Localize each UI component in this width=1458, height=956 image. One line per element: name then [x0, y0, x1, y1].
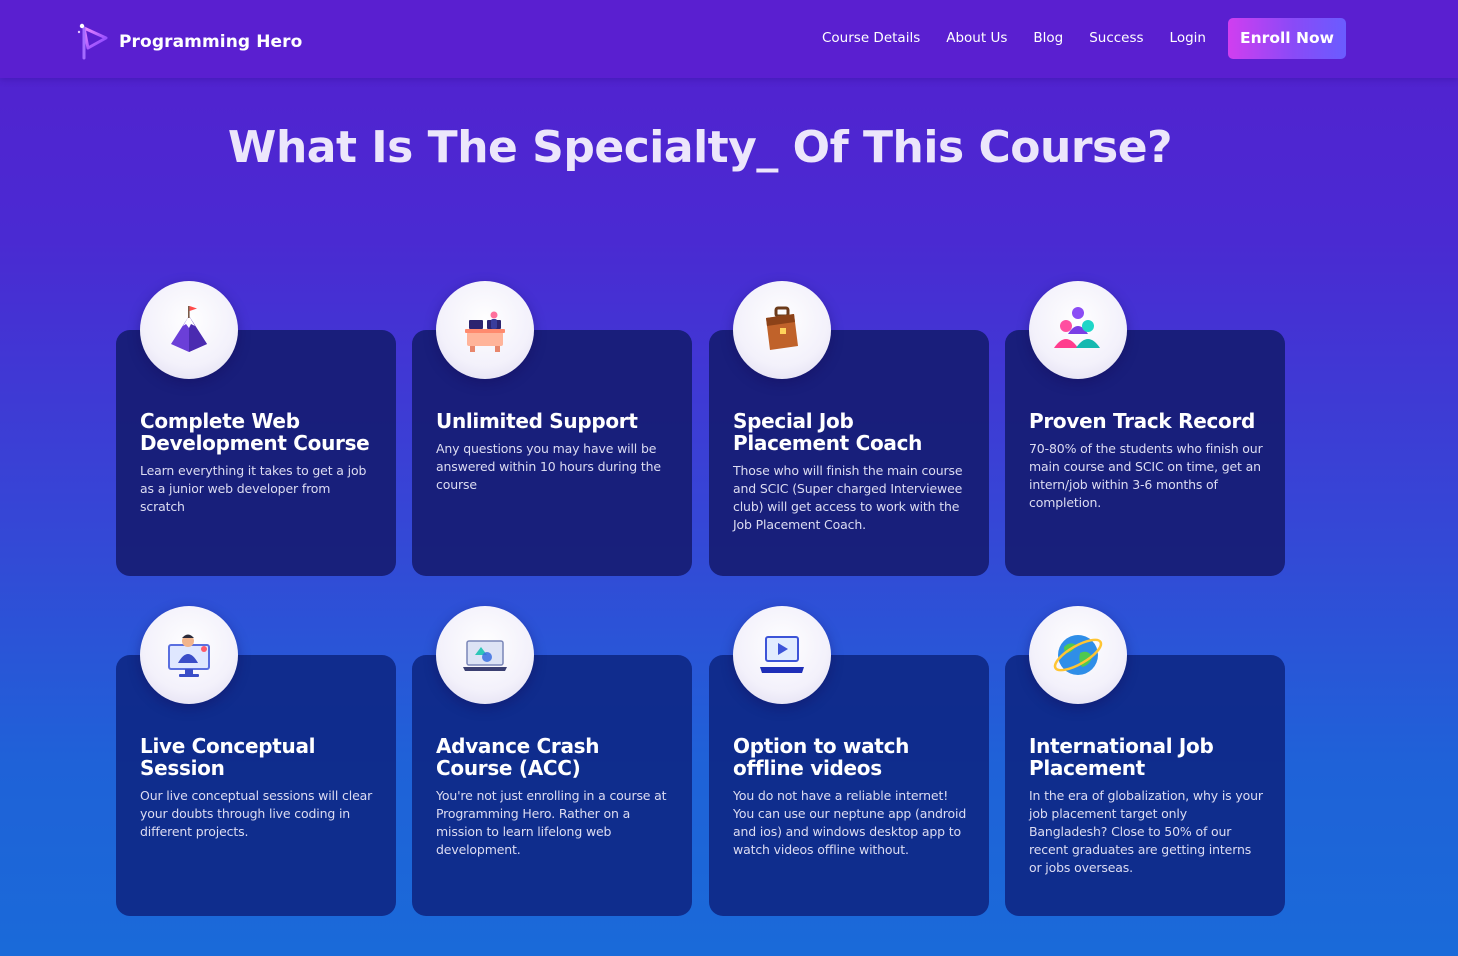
- nav-link-course-details[interactable]: Course Details: [822, 30, 920, 46]
- brand[interactable]: Programming Hero: [76, 22, 302, 62]
- enroll-now-button[interactable]: Enroll Now: [1228, 18, 1346, 59]
- card-title: Advance Crash Course (ACC): [436, 734, 600, 780]
- feature-card: [412, 655, 692, 916]
- brand-name: Programming Hero: [119, 32, 303, 52]
- feature-card: [709, 655, 989, 916]
- card-text: Those who will finish the main course an…: [733, 463, 963, 532]
- section-title: What Is The Specialty_ Of This Course?: [227, 122, 1173, 173]
- programming-hero-logo-icon: [77, 23, 108, 60]
- card-text: You do not have a reliable internet! You…: [733, 788, 967, 857]
- card-title: Live Conceptual Session: [140, 734, 316, 780]
- card-text: Our live conceptual sessions will clear …: [140, 788, 373, 839]
- card-title: International Job Placement: [1029, 734, 1214, 780]
- card-title: Option to watch offline videos: [733, 734, 910, 780]
- nav-link-success[interactable]: Success: [1089, 30, 1143, 46]
- laptop-shapes-icon: [436, 606, 534, 704]
- globe-icon: [1029, 606, 1127, 704]
- card-title: Proven Track Record: [1029, 409, 1256, 433]
- support-desk-icon: [436, 281, 534, 379]
- card-text: Learn everything it takes to get a job a…: [140, 463, 367, 514]
- card-title: Special Job Placement Coach: [733, 409, 923, 455]
- nav-link-login[interactable]: Login: [1170, 30, 1206, 46]
- card-text: Any questions you may have will be answe…: [436, 441, 661, 492]
- card-text: 70-80% of the students who finish our ma…: [1029, 441, 1263, 510]
- card-text: In the era of globalization, why is your…: [1029, 788, 1263, 875]
- people-group-icon: [1029, 281, 1127, 379]
- nav-links: Course Details About Us Blog Success Log…: [822, 30, 1232, 46]
- live-session-icon: [140, 606, 238, 704]
- card-title: Complete Web Development Course: [140, 409, 370, 455]
- navbar: Programming Hero Course Details About Us…: [0, 0, 1458, 78]
- card-title: Unlimited Support: [436, 409, 638, 433]
- briefcase-icon: [733, 281, 831, 379]
- nav-link-about-us[interactable]: About Us: [946, 30, 1007, 46]
- feature-card: [116, 655, 396, 916]
- card-text: You're not just enrolling in a course at…: [436, 788, 667, 857]
- video-play-icon: [733, 606, 831, 704]
- nav-link-blog[interactable]: Blog: [1033, 30, 1063, 46]
- mountain-flag-icon: [140, 281, 238, 379]
